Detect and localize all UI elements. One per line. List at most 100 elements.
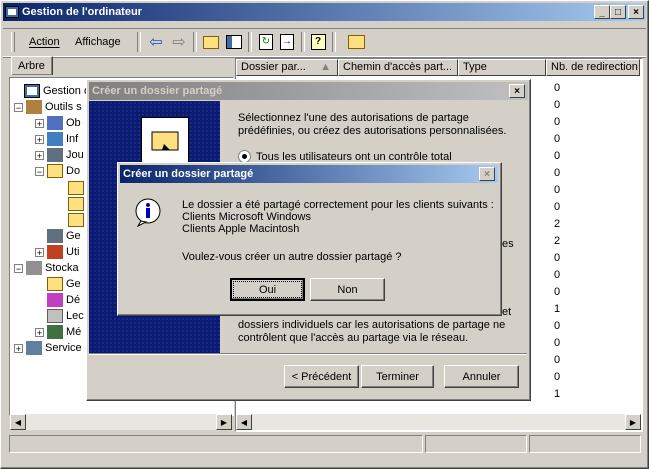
export-list-icon[interactable]: →: [278, 33, 296, 51]
defrag-icon: [47, 293, 63, 307]
scroll-right-icon[interactable]: ▶: [625, 414, 641, 430]
tree-item-device-manager[interactable]: Ge: [47, 228, 81, 244]
folder-icon: [68, 181, 84, 195]
tab-tree[interactable]: Arbre: [11, 56, 53, 75]
redirection-count-cell: 1: [554, 388, 561, 400]
dialog-title: Créer un dossier partagé: [123, 168, 254, 180]
redirection-count-cell: 0: [554, 133, 561, 145]
system-info-icon: [47, 132, 63, 146]
forward-arrow-icon[interactable]: ⇨: [170, 33, 188, 51]
tree-item-users[interactable]: + Uti: [35, 244, 79, 260]
dialog-close-button[interactable]: ×: [479, 167, 495, 181]
minimize-button[interactable]: _: [594, 5, 610, 19]
wizard-note-text: dossiers individuels car les autorisatio…: [238, 319, 506, 344]
show-tree-icon[interactable]: [225, 33, 243, 51]
tree-item-storage-1[interactable]: Ge: [47, 276, 81, 292]
redirection-count-cell: 0: [554, 252, 561, 264]
wizard-intro-text: Sélectionnez l'une des autorisations de …: [238, 112, 507, 137]
redirection-count-cell: 0: [554, 184, 561, 196]
folder-icon: [47, 277, 63, 291]
toolbar-separator: [193, 32, 197, 52]
column-header-redirections[interactable]: Nb. de redirection: [546, 59, 640, 76]
redirection-count-cell: 0: [554, 116, 561, 128]
toolbar-separator: [248, 32, 252, 52]
computer-icon: [5, 6, 19, 18]
scroll-left-icon[interactable]: ◀: [10, 414, 26, 430]
event-viewer-icon: [47, 116, 63, 130]
column-header-path[interactable]: Chemin d'accès part...: [338, 59, 458, 76]
redirection-count-cell: 0: [554, 286, 561, 298]
sort-ascending-icon: ▲: [320, 61, 331, 73]
finish-button[interactable]: Terminer: [361, 365, 434, 388]
menu-view[interactable]: Affichage: [75, 36, 121, 48]
dialog-message-line3: Clients Apple Macintosh: [182, 223, 300, 235]
folder-icon: [47, 164, 63, 178]
status-pane-3: [529, 435, 641, 453]
folder-icon: [68, 197, 84, 211]
removable-storage-icon: [47, 325, 63, 339]
column-header-share[interactable]: Dossier par... ▲: [236, 59, 338, 76]
tree-item-defrag[interactable]: Dé: [47, 292, 80, 308]
tree-item-open-files[interactable]: [68, 212, 87, 228]
redirection-count-cell: 0: [554, 320, 561, 332]
cancel-button[interactable]: Annuler: [444, 365, 519, 388]
wizard-option-fragment-2: et: [502, 306, 512, 318]
shared-folder-icon[interactable]: [347, 33, 365, 51]
scroll-right-icon[interactable]: ▶: [216, 414, 232, 430]
wizard-title: Créer un dossier partagé: [92, 85, 223, 97]
redirection-count-cell: 0: [554, 269, 561, 281]
computer-icon: [24, 84, 40, 98]
redirection-count-cell: 0: [554, 354, 561, 366]
redirection-count-cell: 0: [554, 150, 561, 162]
maximize-button[interactable]: □: [610, 5, 626, 19]
redirection-count-cell: 0: [554, 99, 561, 111]
toolbar-grip: [11, 32, 15, 52]
close-button[interactable]: ×: [628, 5, 644, 19]
tree-item-events[interactable]: + Ob: [35, 115, 81, 131]
tree-hscrollbar[interactable]: [10, 414, 232, 430]
dialog-message-line1: Le dossier a été partagé correctement po…: [182, 199, 494, 211]
device-manager-icon: [47, 229, 63, 243]
yes-button[interactable]: Oui: [230, 278, 305, 301]
tree-item-services[interactable]: + Service: [14, 340, 82, 356]
redirection-count-cell: 2: [554, 235, 561, 247]
wizard-close-button[interactable]: ×: [509, 84, 525, 98]
tree-item-removable[interactable]: + Mé: [35, 324, 81, 340]
help-icon[interactable]: ?: [309, 33, 327, 51]
redirection-count-cell: 0: [554, 337, 561, 349]
tree-item-shares[interactable]: [68, 180, 87, 196]
status-pane-2: [425, 435, 527, 453]
dialog-question: Voulez-vous créer un autre dossier parta…: [182, 251, 402, 263]
toolbar-separator: [301, 32, 305, 52]
toolbar-separator: [137, 32, 141, 52]
wizard-option-fragment: es: [502, 238, 514, 250]
back-arrow-icon[interactable]: ⇦: [147, 33, 165, 51]
menu-action[interactable]: Action: [29, 36, 60, 48]
tree-item-storage[interactable]: − Stocka: [14, 260, 79, 276]
back-button[interactable]: < Précédent: [284, 365, 359, 388]
tree-item-info[interactable]: + Inf: [35, 131, 78, 147]
wizard-divider: [89, 353, 527, 355]
tree-item-shared-folders[interactable]: − Do: [35, 163, 80, 179]
refresh-icon[interactable]: ↻: [257, 33, 275, 51]
no-button[interactable]: Non: [310, 278, 385, 301]
main-titlebar: Gestion de l'ordinateur _ □ ×: [3, 3, 646, 21]
performance-logs-icon: [47, 148, 63, 162]
dialog-message-line2: Clients Microsoft Windows: [182, 211, 311, 223]
column-header-type[interactable]: Type: [458, 59, 546, 76]
tree-item-root[interactable]: Gestion de: [12, 83, 96, 99]
redirection-count-cell: 0: [554, 167, 561, 179]
toolbar-separator: [332, 32, 336, 52]
wizard-titlebar: Créer un dossier partagé ×: [89, 82, 528, 100]
status-pane-1: [9, 435, 423, 453]
up-folder-icon[interactable]: [202, 33, 220, 51]
drive-icon: [47, 309, 63, 323]
list-hscrollbar[interactable]: [236, 414, 641, 430]
redirection-count-cell: 2: [554, 218, 561, 230]
tree-item-drives[interactable]: Lec: [47, 308, 84, 324]
tree-item-logs[interactable]: + Jou: [35, 147, 84, 163]
tree-item-sessions[interactable]: [68, 196, 87, 212]
tree-item-tools[interactable]: − Outils s: [14, 99, 82, 115]
scroll-left-icon[interactable]: ◀: [236, 414, 252, 430]
redirection-count-cell: 1: [554, 303, 561, 315]
